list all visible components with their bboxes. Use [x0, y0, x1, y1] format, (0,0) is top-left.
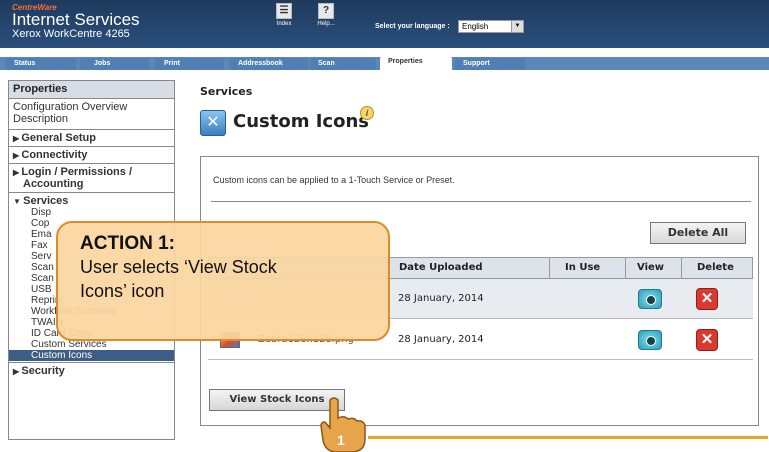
panel-description: Custom icons can be applied to a 1-Touch… — [213, 175, 455, 185]
column-view: View — [637, 262, 665, 273]
view-icon[interactable] — [638, 330, 662, 350]
sidebar-item-custom-icons[interactable]: Custom Icons — [9, 350, 174, 361]
tab-properties[interactable]: Properties — [380, 56, 452, 70]
date-cell: 28 January, 2014 — [398, 334, 484, 345]
column-delete: Delete — [697, 262, 734, 273]
column-in-use: In Use — [565, 262, 601, 273]
sidebar-item-connectivity[interactable]: ▶ Connectivity — [9, 147, 174, 164]
tab-support[interactable]: Support — [455, 58, 525, 70]
delete-icon[interactable]: ✕ — [696, 329, 718, 351]
delete-all-button[interactable]: Delete All — [650, 222, 746, 244]
divider — [625, 258, 626, 278]
divider — [211, 201, 751, 202]
config-overview-link[interactable]: Configuration Overview — [13, 101, 170, 113]
brand-title: Internet Services — [12, 10, 140, 29]
security-label: Security — [21, 365, 65, 377]
tab-status[interactable]: Status — [6, 58, 76, 70]
view-icon[interactable] — [638, 289, 662, 309]
accounting-label: Accounting — [23, 178, 84, 190]
collapse-arrow-icon: ▼ — [13, 197, 24, 206]
date-cell: 28 January, 2014 — [398, 293, 484, 304]
language-label: Select your language : — [375, 23, 450, 30]
column-date-uploaded: Date Uploaded — [399, 262, 483, 273]
tab-addressbook[interactable]: Addressbook — [230, 58, 308, 70]
callout-line: Icons’ icon — [80, 281, 165, 301]
index-button[interactable]: ☰ Index — [264, 3, 304, 27]
sidebar-sub-item[interactable]: Disp — [9, 207, 174, 218]
sidebar-item-services[interactable]: ▼ Services — [9, 193, 174, 207]
sidebar-item-general-setup[interactable]: ▶ General Setup — [9, 130, 174, 147]
general-setup-label: General Setup — [21, 132, 96, 144]
login-permissions-label: Login / Permissions / — [21, 166, 133, 178]
index-icon: ☰ — [276, 3, 292, 19]
pointer-line — [368, 436, 768, 439]
help-button[interactable]: ? Help... — [306, 3, 346, 27]
services-label: Services — [23, 195, 69, 207]
action-callout: ACTION 1: User selects ‘View Stock Icons… — [56, 221, 390, 341]
connectivity-label: Connectivity — [21, 149, 88, 161]
page-title: Custom Icons — [233, 111, 369, 132]
device-model: Xerox WorkCentre 4265 — [12, 28, 130, 40]
language-value: English — [462, 22, 489, 31]
sidebar-heading: Properties — [9, 81, 174, 99]
tab-scan[interactable]: Scan — [310, 58, 376, 70]
chevron-down-icon: ▼ — [511, 21, 523, 32]
sidebar-item-login-permissions[interactable]: ▶ Login / Permissions / Accounting — [9, 164, 174, 193]
divider — [549, 258, 550, 278]
description-link[interactable]: Description — [13, 113, 170, 125]
help-label: Help... — [317, 21, 335, 27]
index-label: Index — [276, 21, 292, 27]
info-icon[interactable]: i — [360, 106, 374, 120]
sidebar-item-configuration-overview[interactable]: Configuration Overview Description — [9, 99, 174, 130]
language-select[interactable]: English ▼ — [458, 20, 524, 33]
step-number: 1 — [337, 432, 345, 448]
callout-title: ACTION 1: — [80, 233, 175, 254]
tab-jobs[interactable]: Jobs — [80, 58, 150, 70]
delete-icon[interactable]: ✕ — [696, 288, 718, 310]
divider — [681, 258, 682, 278]
help-icon: ? — [318, 3, 334, 19]
callout-line: User selects ‘View Stock — [80, 257, 277, 277]
section-label: Services — [200, 85, 253, 98]
tab-print[interactable]: Print — [154, 58, 224, 70]
sidebar-item-security[interactable]: ▶ Security — [9, 363, 174, 379]
app-header: CentreWare Internet Services Xerox WorkC… — [0, 0, 769, 48]
tools-icon: ✕ — [200, 110, 226, 136]
